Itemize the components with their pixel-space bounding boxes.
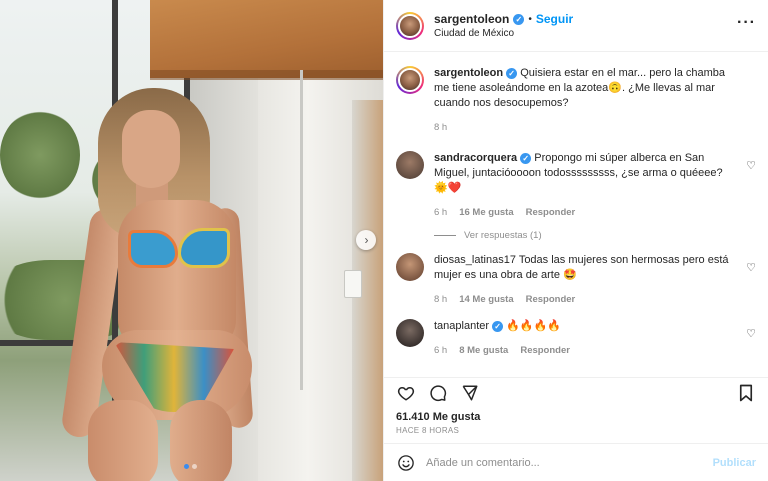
small-heart-icon[interactable]: ♡ [746,159,756,172]
caption-username[interactable]: sargentoleon [434,67,503,79]
reply-button[interactable]: Responder [520,343,570,358]
reply-button[interactable]: Responder [526,205,576,220]
comment-composer: Publicar [384,443,768,481]
verified-badge-icon: ✓ [506,68,518,79]
comment-likes[interactable]: 14 Me gusta [459,292,513,307]
comment-time: 6 h [434,207,448,218]
location-link[interactable]: Ciudad de México [434,28,573,39]
person-figure [40,80,260,481]
follow-button[interactable]: Seguir [536,12,573,26]
face [122,110,180,188]
bookmark-icon[interactable] [736,383,756,403]
commenter-username[interactable]: sandracorquera [434,152,517,164]
chevron-right-icon: › [364,233,369,247]
caption: sargentoleon ✓ Quisiera estar en el mar.… [396,66,756,135]
publish-button[interactable]: Publicar [713,457,756,469]
comment-likes[interactable]: 16 Me gusta [459,205,513,220]
verified-badge-icon: ✓ [492,321,504,332]
post-header: sargentoleon ✓ • Seguir Ciudad de México… [384,0,768,52]
commenter-username[interactable]: tanaplanter [434,320,489,332]
swimsuit-top [178,228,230,268]
carousel-dot [192,464,197,469]
comments-list[interactable]: sargentoleon ✓ Quisiera estar en el mar.… [384,52,768,377]
carousel-dots [184,464,197,469]
caption-avatar[interactable] [396,66,424,94]
light-switch [344,270,362,298]
comment-item: tanaplanter ✓ 🔥🔥🔥🔥 6 h 8 Me gusta Respon… [396,319,756,358]
post-photo[interactable]: › [0,0,383,481]
comment-text: 🔥🔥🔥🔥 [506,320,561,332]
likes-count[interactable]: 61.410 Me gusta [384,407,768,423]
comment-time: 8 h [434,294,448,305]
emoji-smile-icon[interactable] [396,453,416,473]
comment-likes[interactable]: 8 Me gusta [459,343,508,358]
carousel-dot-active [184,464,189,469]
post-sidebar: sargentoleon ✓ • Seguir Ciudad de México… [383,0,768,481]
verified-badge-icon: ✓ [513,13,525,25]
author-avatar[interactable] [396,11,424,40]
wood-ceiling [150,0,383,78]
next-slide-button[interactable]: › [356,230,376,250]
replies-line [434,235,456,236]
commenter-avatar[interactable] [396,151,424,179]
separator-dot: • [528,13,532,25]
author-username[interactable]: sargentoleon [434,12,509,26]
commenter-avatar[interactable] [396,253,424,281]
comment-item: diosas_latinas17 Todas las mujeres son h… [396,253,756,307]
caption-time: 8 h [434,122,448,133]
comment-time: 6 h [434,345,448,356]
more-options-icon[interactable]: ··· [737,14,756,32]
comment-item: sandracorquera ✓ Propongo mi súper alber… [396,151,756,220]
action-bar [384,377,768,407]
heart-icon[interactable] [396,383,416,403]
comment-icon[interactable] [428,383,448,403]
commenter-username[interactable]: diosas_latinas17 [434,254,516,266]
send-icon[interactable] [460,383,480,403]
swimsuit-top [128,230,178,268]
small-heart-icon[interactable]: ♡ [746,327,756,340]
post-timestamp: HACE 8 HORAS [396,426,460,435]
instagram-post-view: › sargentoleon ✓ • Seguir Ciudad de Méxi… [0,0,768,481]
leg [88,400,158,481]
view-replies-button[interactable]: Ver respuestas (1) [434,230,756,241]
leg [170,400,232,481]
view-replies-label: Ver respuestas (1) [464,230,542,241]
commenter-avatar[interactable] [396,319,424,347]
comment-input[interactable] [426,456,703,469]
small-heart-icon[interactable]: ♡ [746,261,756,274]
ceiling-edge [150,70,383,80]
torso [118,200,236,350]
reply-button[interactable]: Responder [526,292,576,307]
shower-pipe [300,70,303,390]
verified-badge-icon: ✓ [520,153,532,164]
